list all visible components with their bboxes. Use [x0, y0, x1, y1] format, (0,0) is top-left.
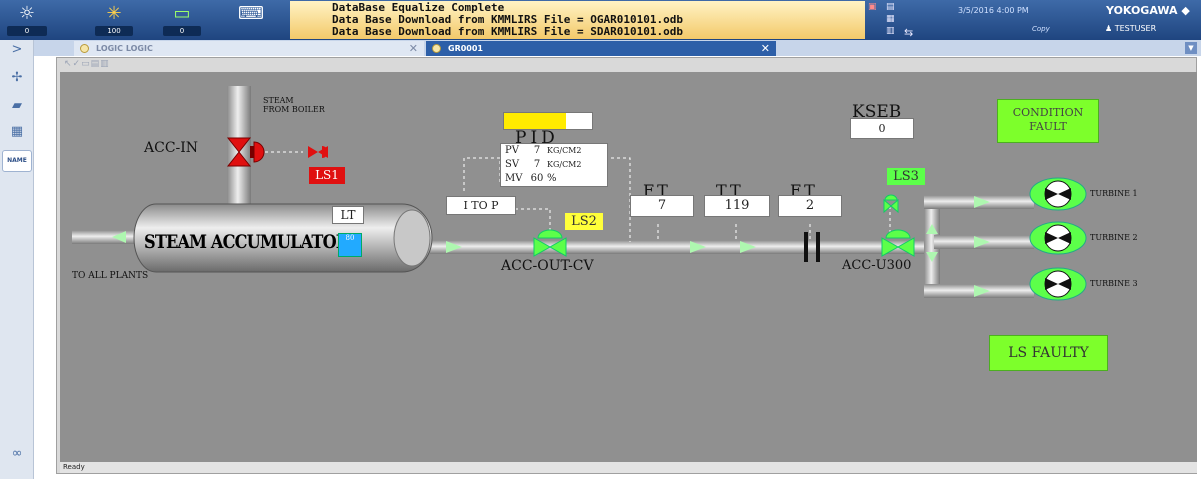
ls2-indicator[interactable]: LS2 [565, 213, 603, 230]
message-banner[interactable]: DataBase Equalize Complete Data Base Dow… [290, 1, 865, 39]
ft-2-value[interactable]: 2 [778, 195, 842, 217]
ls-faulty-indicator[interactable]: LS FAULTY [989, 335, 1108, 371]
link-icon[interactable]: ∞ [3, 444, 31, 464]
close-icon[interactable]: ✕ [409, 41, 418, 56]
orifice-plate [804, 232, 808, 262]
battery-button[interactable]: ▭ 0 [160, 2, 204, 38]
pid-row-mv: MV 60% [505, 173, 557, 184]
copy-button[interactable]: Copy [1032, 25, 1050, 33]
turbine-3-label: TURBINE 3 [1090, 279, 1138, 288]
ls1-solenoid-icon[interactable] [308, 146, 328, 158]
expand-icon[interactable]: > [3, 40, 31, 60]
acc-u300-label: ACC-U300 [842, 258, 912, 273]
tab-logic-logic[interactable]: LOGIC LOGIC ✕ [74, 41, 424, 56]
turbine-3-icon[interactable] [1029, 267, 1087, 301]
name-button[interactable]: NAME [2, 150, 32, 172]
window-dot-icon [80, 44, 89, 53]
mini-toolbar[interactable]: ↖✓▭▤▥ [64, 59, 110, 69]
window-dot-icon [432, 44, 441, 53]
process-graphic: STEAM FROM BOILER ACC-IN LS1 STEAM ACCUM… [60, 72, 1197, 462]
process-alarm-count: 100 [95, 26, 133, 36]
buzzer-icon[interactable]: ⇆ [904, 26, 913, 39]
steam-from-boiler-label: STEAM FROM BOILER [263, 96, 325, 114]
ls1-indicator[interactable]: LS1 [309, 167, 345, 184]
print-icon[interactable]: ▦ [886, 14, 895, 24]
battery-count: 0 [163, 26, 201, 36]
condition-fault-indicator[interactable]: CONDITION FAULT [997, 99, 1099, 143]
steam-accumulator-label: STEAM ACCUMULATOR [144, 231, 349, 253]
lt-level-indicator[interactable]: 80 [338, 233, 362, 257]
operator-guide-button[interactable]: ⌨ [232, 2, 270, 38]
ls3-solenoid-icon[interactable] [883, 194, 899, 214]
tt-value[interactable]: 119 [704, 195, 770, 217]
turbine-1-label: TURBINE 1 [1090, 189, 1138, 198]
date-time: 3/5/2016 4:00 PM [958, 6, 1029, 15]
left-rail: > ✢ ▰ ▦ NAME ∞ [0, 40, 34, 479]
orifice-plate [816, 232, 820, 262]
tab-bar: LOGIC LOGIC ✕ GR0001 ✕ ▼ [34, 40, 1201, 56]
tab-label: LOGIC LOGIC [96, 44, 153, 53]
pid-row-sv: SV 7 KG/CM2 [505, 159, 582, 170]
battery-icon: ▭ [173, 3, 191, 24]
tab-gr0001[interactable]: GR0001 ✕ [426, 41, 776, 56]
grid-icon[interactable]: ▦ [3, 122, 31, 142]
drum-end-cap [393, 209, 431, 267]
toolbar-icon-group: ▣ ▤ ▦ ▥ ⇆ [868, 2, 928, 39]
pid-faceplate[interactable]: PV 7 KG/CM2 SV 7 KG/CM2 MV 60% [500, 143, 608, 187]
process-alarm-icon: ✳ [106, 3, 122, 24]
turbine-1-icon[interactable] [1029, 177, 1087, 211]
user-name: TESTUSER [1114, 24, 1157, 33]
process-alarm-button[interactable]: ✳ 100 [92, 2, 136, 38]
system-alarm-button[interactable]: ☼ 0 [4, 2, 50, 38]
user-indicator[interactable]: ♟ TESTUSER [1105, 24, 1156, 33]
alarm-sun-icon: ☼ [18, 3, 36, 24]
overview-icon[interactable]: ▰ [3, 96, 31, 116]
network-icon[interactable]: ✢ [3, 68, 31, 88]
acc-out-cv-label: ACC-OUT-CV [501, 258, 594, 274]
close-icon[interactable]: ✕ [761, 41, 770, 56]
brand-logo: YOKOGAWA ◆ [1106, 4, 1190, 17]
pid-output-fill [504, 113, 566, 129]
pid-row-pv: PV 7 KG/CM2 [505, 145, 582, 156]
ft-1-value[interactable]: 7 [630, 195, 694, 217]
kseb-value[interactable]: 0 [850, 118, 914, 139]
tab-label: GR0001 [448, 44, 483, 53]
message-line: Data Base Download from KMMLIRS File = S… [332, 25, 683, 38]
lt-tag[interactable]: LT [332, 206, 364, 224]
message-icon: ⌨ [238, 3, 264, 24]
alarm-sound-icon[interactable]: ▣ [868, 2, 877, 12]
window-icon[interactable]: ▤ [886, 2, 895, 12]
to-all-plants-label: TO ALL PLANTS [72, 271, 149, 281]
status-bar: Ready [60, 462, 1197, 473]
i-to-p-converter[interactable]: I TO P [446, 196, 516, 215]
tab-menu-icon[interactable]: ▼ [1185, 42, 1197, 54]
dual-window-icon[interactable]: ▥ [886, 26, 895, 36]
ls3-indicator[interactable]: LS3 [887, 168, 925, 185]
system-alarm-count: 0 [7, 26, 47, 36]
main-steam-pipe [430, 240, 930, 254]
turbine-2-label: TURBINE 2 [1090, 233, 1138, 242]
turbine-2-icon[interactable] [1029, 221, 1087, 255]
acc-in-label: ACC-IN [144, 140, 199, 156]
top-toolbar: ☼ 0 ✳ 100 ▭ 0 ⌨ DataBase Equalize Comple… [0, 0, 1201, 40]
user-icon: ♟ [1105, 24, 1113, 33]
